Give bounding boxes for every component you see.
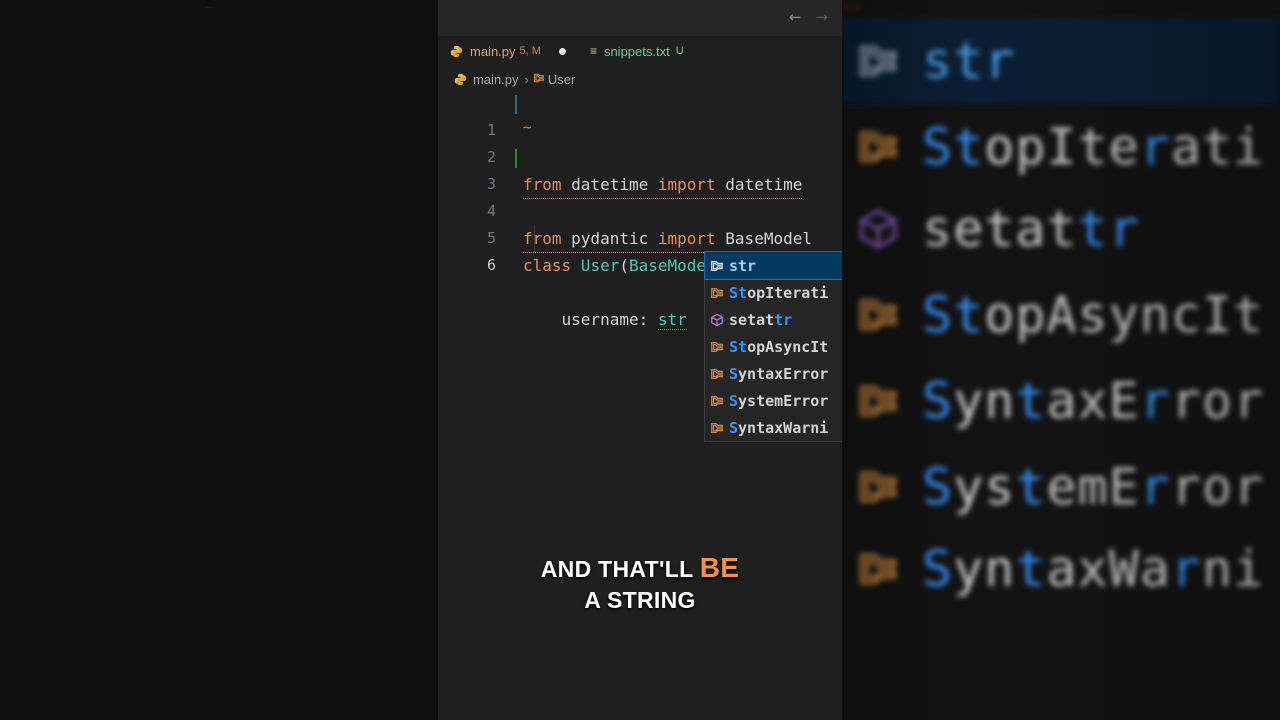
class-symbol-icon [533,72,545,87]
suggestion-item[interactable]: SyntaxWarni [705,414,842,441]
indent-guide [534,225,535,252]
class-icon [709,420,725,436]
class-icon [709,339,725,355]
code-line-2: 2 ~ [438,117,842,166]
tab-meta: U [675,45,684,57]
code-text: username: str [523,310,687,330]
suggestion-item[interactable]: St opIterati [705,279,842,306]
breadcrumb: main.py › User [454,70,575,88]
tab-snippets-txt[interactable]: ≡ snippets.txt U [578,36,696,66]
python-icon [454,73,467,86]
class-icon [709,285,725,301]
code-line-6: 6 username: str [438,225,842,330]
ghost-mark: ~ [205,0,214,16]
caption-line-1: AND THAT'LL BE [540,552,740,583]
code-line-3: 3 from pydantic import BaseModel [438,144,842,253]
gutter-change-marker [515,95,517,114]
suggestion-item[interactable]: setat tr [705,306,842,333]
autocomplete-dropdown: str St opIterati setat tr St opAsyncIt Synt… [704,251,842,442]
tab-meta: 5, M [519,45,541,57]
forward-arrow-icon[interactable]: → [815,8,828,26]
class-icon [709,393,725,409]
nav-arrows: ← → [789,8,828,26]
zoomed-preview: str StopIterati setattr StopAsyncIt Synt… [842,0,1280,720]
method-cube-icon [709,312,725,328]
suggestion-item[interactable]: SyntaxError [705,360,842,387]
tab-main-py[interactable]: main.py 5, M [438,36,578,66]
title-bar: ← → [438,0,842,36]
warning-tilde: ~ [523,120,532,136]
class-icon [709,366,725,382]
back-arrow-icon[interactable]: ← [789,8,802,26]
video-caption: AND THAT'LL BE A STRING [438,552,842,616]
breadcrumb-file[interactable]: main.py [473,72,519,87]
breadcrumb-symbol[interactable]: User [548,72,575,87]
class-icon [709,258,725,274]
code-line-1: 1 from datetime import datetime [438,90,842,199]
python-icon [450,45,463,58]
suggestion-item[interactable]: SystemError [705,387,842,414]
chevron-right-icon: › [524,71,529,87]
gutter-add-marker [515,149,517,168]
code-area[interactable]: 1 from datetime import datetime 2 ~ 3 fr… [438,90,842,330]
tab-bar: main.py 5, M ≡ snippets.txt U [438,36,842,66]
tab-label: main.py [470,43,516,59]
code-line-4: 4 [438,171,842,220]
suggestion-item[interactable]: str [704,251,842,280]
modified-dot-icon[interactable] [558,47,566,55]
left-background: ~ [0,0,438,720]
suggestion-item[interactable]: St opAsyncIt [705,333,842,360]
text-file-icon: ≡ [589,44,597,58]
zoomed-vignette [842,0,1280,720]
line-number: 6 [486,256,496,274]
code-line-5: 5 class User(BaseModel): [438,198,842,275]
caption-line-2: A STRING [584,587,696,613]
tab-label: snippets.txt [603,43,670,59]
